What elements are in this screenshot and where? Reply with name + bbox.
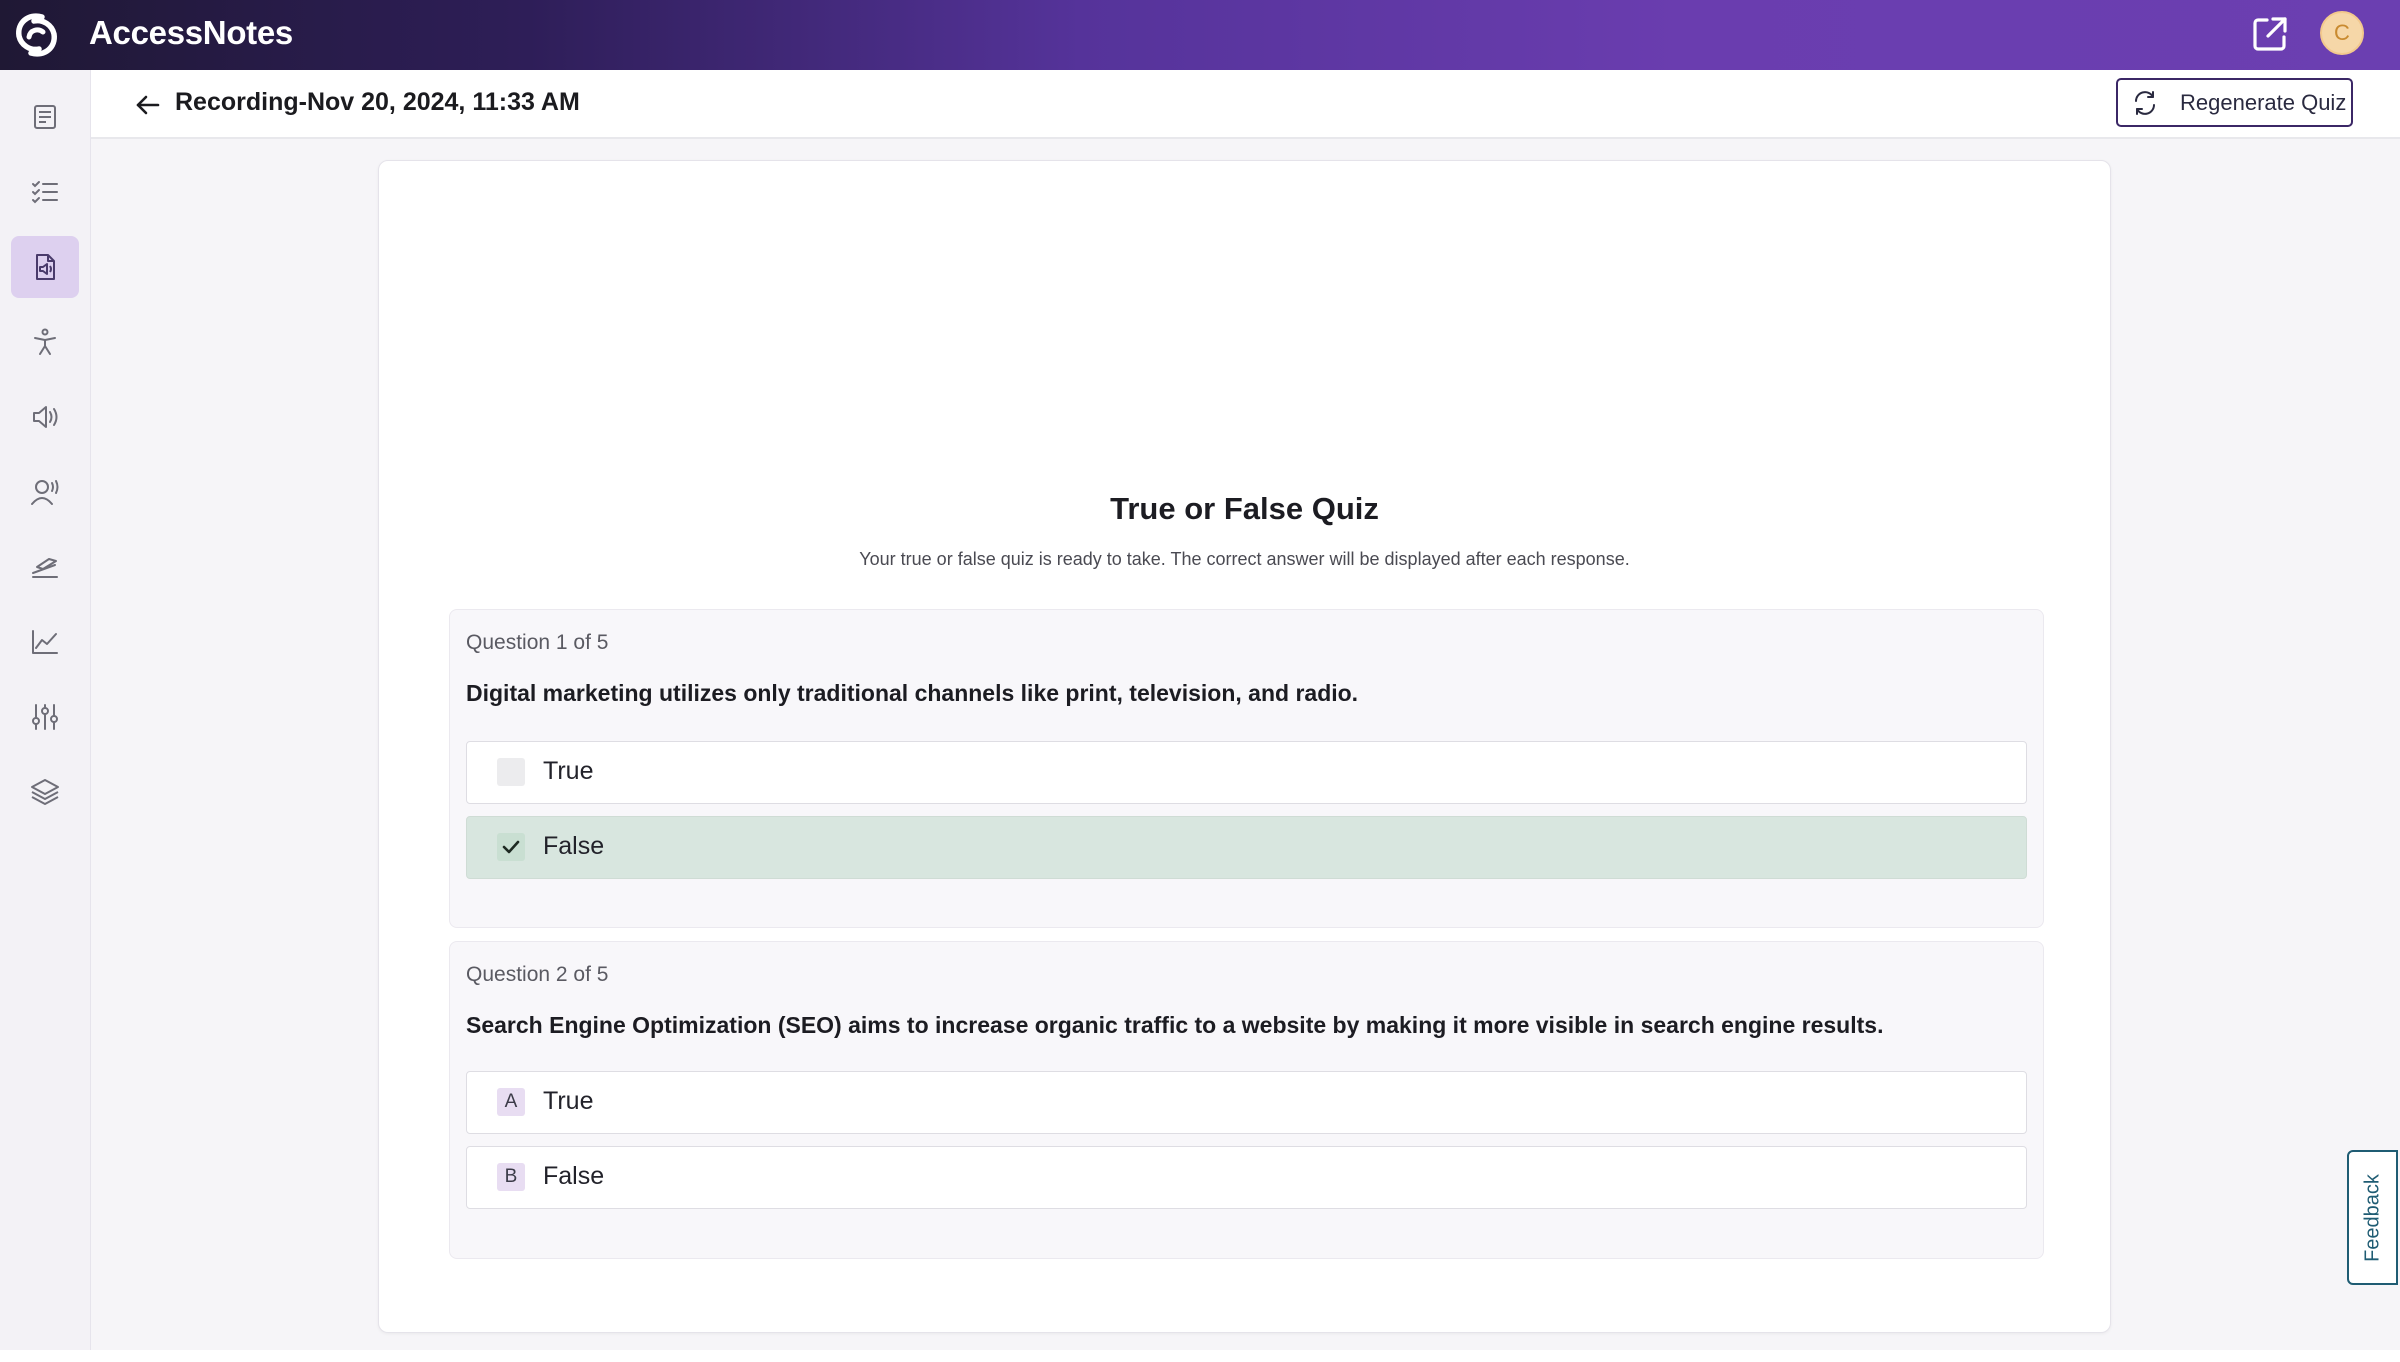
feedback-tab[interactable]: Feedback [2347,1150,2398,1285]
question-counter: Question 2 of 5 [466,963,609,986]
speaker-icon [33,406,58,428]
top-bar: AccessNotes C [0,0,2400,70]
answer-option-false[interactable]: False [466,816,2027,879]
audio-file-icon [36,254,55,280]
settings-sliders-icon [32,704,58,730]
refresh-icon [2135,90,2155,115]
notes-icon [34,105,56,129]
question-block: Question 1 of 5 Digital marketing utiliz… [449,609,2044,928]
page-header: Recording-Nov 20, 2024, 11:33 AM Regener… [91,70,2400,139]
answer-label: False [543,1162,605,1190]
app-logo [16,13,57,57]
regenerate-quiz-label: Regenerate Quiz [2180,89,2347,115]
answer-label: True [543,757,594,785]
answer-letter-badge: A [497,1088,525,1116]
question-counter: Question 1 of 5 [466,631,609,654]
sidebar-item-settings[interactable] [11,686,79,748]
question-text: Search Engine Optimization (SEO) aims to… [466,1012,1884,1038]
sidebar-item-voice[interactable] [11,461,79,523]
app-name: AccessNotes [89,14,293,51]
page-title: Recording-Nov 20, 2024, 11:33 AM [175,88,580,116]
sidebar-item-notes[interactable] [11,86,79,148]
answer-checkbox [497,833,525,861]
quiz-card: True or False Quiz Your true or false qu… [378,160,2111,1333]
main-content: True or False Quiz Your true or false qu… [91,139,2400,1362]
card-footer-strip [359,1354,2129,1362]
answer-checkbox [497,758,525,786]
sidebar-item-learning[interactable] [11,536,79,598]
answer-option-true[interactable]: True [466,741,2027,804]
answer-option-b[interactable]: B False [466,1146,2027,1209]
sidebar-item-analytics[interactable] [11,611,79,673]
sidebar-item-checklist[interactable] [11,161,79,223]
accessibility-icon [34,328,56,355]
quiz-title: True or False Quiz [1110,491,1379,526]
voice-user-icon [31,480,59,505]
checklist-icon [32,181,58,204]
answer-letter-badge: B [497,1163,525,1191]
open-external-icon[interactable] [2250,14,2290,54]
feedback-label: Feedback [2361,1173,2383,1262]
answer-option-a[interactable]: A True [466,1071,2027,1134]
quiz-subtitle: Your true or false quiz is ready to take… [859,549,1630,569]
sidebar-item-accessibility[interactable] [11,311,79,373]
answer-label: False [543,832,605,860]
check-icon [502,840,520,854]
sidebar-item-audio[interactable] [11,236,79,298]
back-arrow-icon[interactable] [131,88,165,122]
regenerate-quiz-button[interactable]: Regenerate Quiz [2116,78,2353,127]
user-avatar[interactable]: C [2320,11,2364,55]
analytics-chart-icon [32,630,58,654]
answer-label: True [543,1087,594,1115]
question-block: Question 2 of 5 Search Engine Optimizati… [449,941,2044,1259]
learning-icon [32,558,58,578]
sidebar [0,70,91,1350]
sidebar-item-layers[interactable] [11,761,79,823]
question-text: Digital marketing utilizes only traditio… [466,680,1359,706]
layers-icon [31,779,59,805]
sidebar-item-speaker[interactable] [11,386,79,448]
